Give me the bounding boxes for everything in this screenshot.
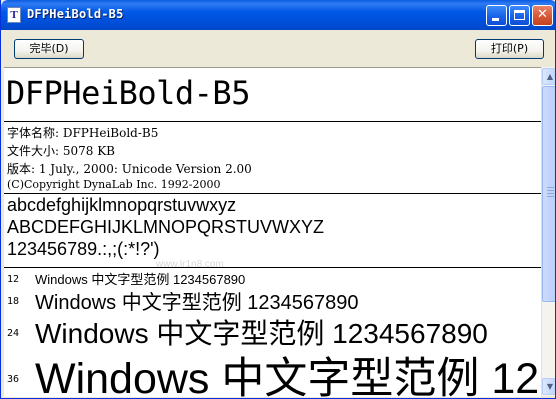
grip-line	[547, 193, 554, 194]
scroll-down-button[interactable]: ▼	[542, 378, 555, 395]
size-label-18: 18	[7, 296, 20, 307]
arrow-up-icon: ▲	[546, 72, 554, 81]
size-label-36: 36	[7, 374, 20, 385]
size-label-12: 12	[7, 274, 20, 285]
divider	[4, 121, 541, 122]
lowercase-sample: abcdefghijklmnopqrstuvwxyz	[7, 195, 237, 215]
minimize-button[interactable]	[486, 5, 507, 26]
vertical-scrollbar[interactable]: ▲ ▼	[541, 67, 555, 396]
size-label-24: 24	[7, 328, 20, 339]
typeface-name-line: 字体名称: DFPHeiBold-B5	[7, 126, 159, 140]
close-icon: ✕	[537, 7, 548, 22]
file-size-line: 文件大小: 5078 KB	[7, 144, 115, 158]
version-line: 版本: 1 July., 2000: Unicode Version 2.00	[7, 162, 252, 176]
digits-sample: 123456789.:,;(:*!?')	[7, 239, 160, 259]
divider	[4, 193, 541, 194]
window-title: DFPHeiBold-B5	[27, 7, 124, 21]
scroll-thumb[interactable]	[542, 86, 555, 302]
minimize-icon	[492, 18, 499, 21]
print-button[interactable]: 打印(P)	[475, 39, 544, 59]
done-button[interactable]: 完毕(D)	[14, 39, 84, 59]
divider	[4, 267, 541, 268]
scroll-up-button[interactable]: ▲	[542, 68, 555, 85]
font-preview-area: DFPHeiBold-B5 字体名称: DFPHeiBold-B5 文件大小: …	[4, 67, 541, 397]
size-sample-36: Windows 中文字型范例 1234567890	[35, 355, 541, 397]
copyright-line: (C)Copyright DynaLab Inc. 1992-2000	[7, 178, 221, 191]
title-bar[interactable]: T DFPHeiBold-B5 ✕	[1, 0, 555, 30]
size-sample-18: Windows 中文字型范例 1234567890	[35, 292, 359, 314]
grip-line	[547, 187, 554, 188]
font-viewer-window: T DFPHeiBold-B5 ✕ 完毕(D) 打印(P) DFPHeiBold…	[0, 0, 556, 399]
toolbar: 完毕(D) 打印(P)	[1, 30, 555, 66]
grip-line	[547, 196, 554, 197]
arrow-down-icon: ▼	[546, 382, 554, 391]
uppercase-sample: ABCDEFGHIJKLMNOPQRSTUVWXYZ	[7, 217, 325, 237]
close-button[interactable]: ✕	[532, 5, 553, 26]
maximize-icon	[514, 10, 525, 20]
font-file-icon: T	[7, 7, 21, 23]
font-name-heading: DFPHeiBold-B5	[6, 74, 250, 112]
maximize-button[interactable]	[509, 5, 530, 26]
grip-line	[547, 190, 554, 191]
